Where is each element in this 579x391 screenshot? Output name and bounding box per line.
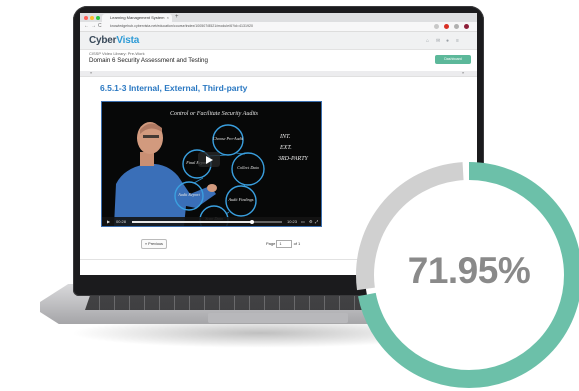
forward-arrow-icon[interactable]: →: [91, 22, 96, 31]
extension-red-icon[interactable]: [444, 24, 449, 29]
section-next-icon[interactable]: »: [462, 70, 464, 75]
tab-close-icon[interactable]: ×: [167, 14, 169, 22]
bubble-label: Collect Data: [237, 165, 259, 170]
window-close-icon[interactable]: [84, 16, 88, 20]
bubble-label: Audit Report: [177, 192, 200, 197]
board-heading: Control or Facilitate Security Audits: [170, 111, 259, 117]
cybervista-logo[interactable]: CyberVista: [89, 35, 139, 46]
video-progress-handle[interactable]: [250, 219, 254, 224]
page-label: Page: [266, 241, 276, 247]
mail-icon[interactable]: ✉: [436, 38, 440, 44]
new-tab-button[interactable]: +: [175, 13, 179, 22]
back-arrow-icon[interactable]: ←: [84, 22, 89, 31]
time-total: 10:23: [287, 219, 298, 224]
profile-avatar-icon[interactable]: [464, 24, 469, 29]
captions-icon[interactable]: ▭: [301, 217, 305, 226]
play-button[interactable]: [198, 152, 220, 167]
extension-icon[interactable]: [434, 24, 439, 29]
browser-tab-bar: Learning Management System × +: [80, 13, 477, 22]
play-icon[interactable]: ▶: [107, 217, 110, 226]
side-note-line: INT.: [279, 134, 290, 140]
time-current: 00:28: [116, 219, 127, 224]
browser-tab[interactable]: Learning Management System ×: [102, 14, 172, 22]
reload-icon[interactable]: C: [98, 22, 102, 31]
side-note-line: EXT.: [279, 145, 292, 151]
menu-icon[interactable]: ≡: [456, 38, 459, 44]
site-header: CyberVista ⌂ ✉ ● ≡: [80, 32, 477, 50]
laptop-trackpad: [208, 313, 348, 323]
video-player[interactable]: Control or Facilitate Security Audits Ch…: [101, 101, 322, 227]
previous-button[interactable]: « Previous: [141, 239, 167, 249]
lesson-title: 6.5.1-3 Internal, External, Third-party: [100, 83, 248, 93]
course-title: Domain 6 Security Assessment and Testing: [89, 57, 208, 64]
user-icon[interactable]: ●: [446, 38, 449, 44]
video-progress-fill: [132, 221, 252, 223]
section-nav-bar: « »: [80, 70, 477, 77]
settings-icon[interactable]: ⚙: [309, 217, 313, 226]
fullscreen-icon[interactable]: ⤢: [315, 217, 318, 226]
video-progress-track[interactable]: [132, 219, 282, 224]
extension-icon[interactable]: [454, 24, 459, 29]
url-field[interactable]: knowledgehub.cybervista.net/education/co…: [110, 24, 410, 29]
page-indicator: Page 1 of 1: [266, 240, 300, 248]
video-controls: ▶ 00:28 10:23 ▭ ⚙ ⤢: [102, 217, 321, 226]
page-of-label: of 1: [293, 241, 301, 247]
side-note-line: 3RD-PARTY: [277, 156, 309, 162]
bubble-label: Audit Findings: [227, 197, 253, 202]
tab-title: Learning Management System: [110, 15, 165, 20]
window-minimize-icon[interactable]: [90, 16, 94, 20]
dashboard-button[interactable]: Dashboard: [435, 55, 471, 64]
course-subtitle: CISSP Video Library: Pre-Work: [89, 51, 145, 56]
window-maximize-icon[interactable]: [96, 16, 100, 20]
bubble-label: Choose Pro-Audit: [213, 136, 244, 141]
section-prev-icon[interactable]: «: [90, 70, 92, 75]
browser-address-bar: ← → C knowledgehub.cybervista.net/educat…: [80, 22, 477, 32]
page-number-input[interactable]: 1: [276, 240, 293, 248]
home-icon[interactable]: ⌂: [426, 38, 429, 44]
gauge-percentage: 71.95%: [407, 250, 531, 291]
